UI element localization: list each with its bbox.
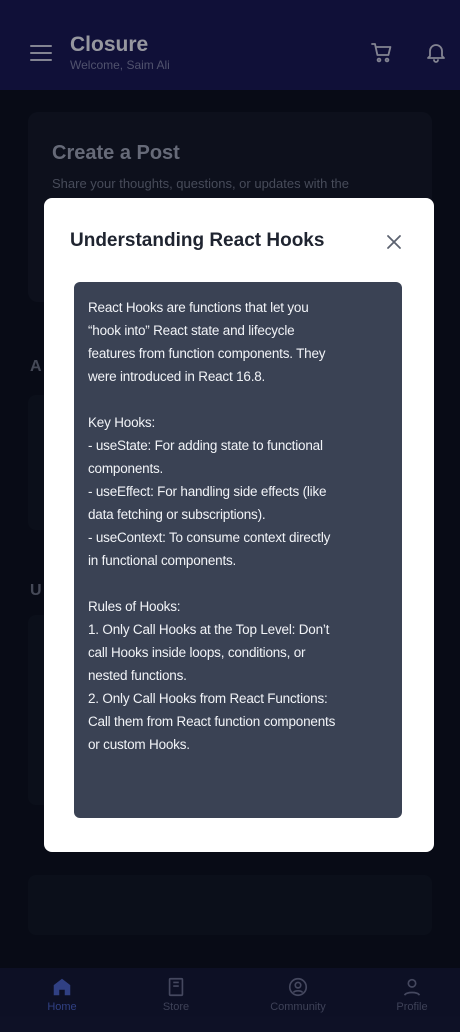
modal-title: Understanding React Hooks	[70, 230, 325, 251]
modal-content-box: React Hooks are functions that let you “…	[74, 282, 402, 818]
post-detail-modal: Understanding React Hooks React Hooks ar…	[44, 198, 434, 852]
close-icon[interactable]	[384, 232, 404, 252]
app-root: Closure Welcome, Saim Ali Create a Post …	[0, 0, 460, 1032]
modal-content-text: React Hooks are functions that let you “…	[88, 300, 336, 752]
